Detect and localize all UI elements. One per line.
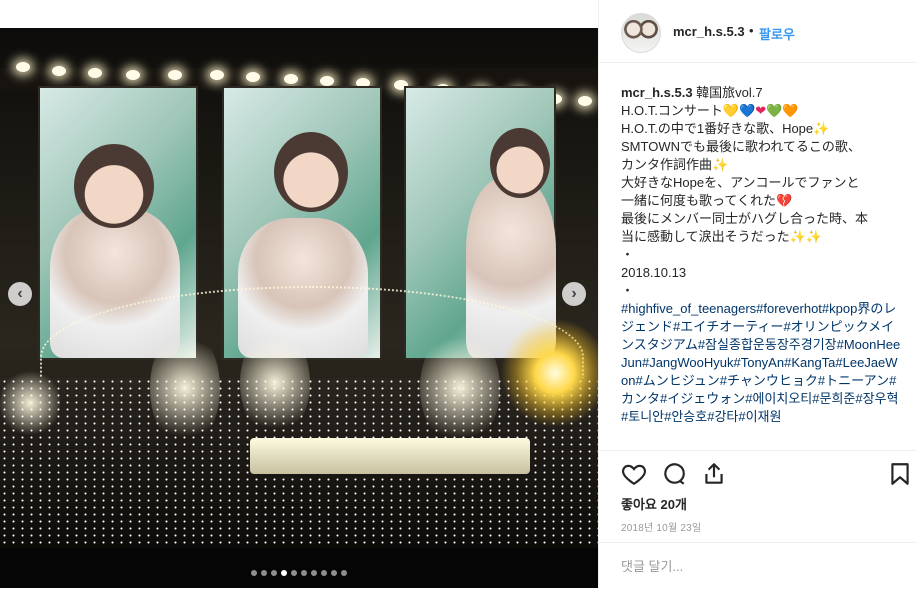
caption-line: 一緒に何度も歌ってくれた — [621, 193, 776, 208]
main-stage — [250, 438, 530, 474]
carousel-dot — [261, 570, 267, 576]
carousel-dot — [321, 570, 327, 576]
post-actions — [599, 450, 917, 495]
carousel-dot — [271, 570, 277, 576]
photo-top-margin — [0, 0, 598, 28]
sparkles-icon: ✨✨ — [789, 229, 822, 244]
post-username[interactable]: mcr_h.s.5.3 — [673, 24, 745, 39]
likes-count[interactable]: 좋아요 20개 — [621, 494, 687, 513]
carousel-dot — [341, 570, 347, 576]
broken-heart-icon: 💔 — [775, 193, 793, 208]
photo-bottom-strip — [0, 548, 598, 588]
carousel-dot — [301, 570, 307, 576]
post-side-panel: mcr_h.s.5.3 • 팔로우 mcr_h.s.5.3 韓国旅vol.7 H… — [598, 0, 917, 588]
caption-line: 当に感動して涙出そうだった — [621, 229, 790, 244]
hashtags[interactable]: #highfive_of_teenagers#foreverhot#kpop界の… — [621, 300, 901, 426]
header-separator: • — [749, 23, 754, 38]
caption-line: ・ — [621, 247, 635, 262]
caption-line: 2018.10.13 — [621, 265, 687, 280]
avatar[interactable] — [621, 13, 661, 53]
carousel-next-button[interactable]: › — [562, 282, 586, 306]
caption-line: H.O.T.コンサート — [621, 103, 723, 118]
carousel-indicator — [0, 570, 598, 580]
orange-heart-icon: 🧡 — [782, 103, 799, 118]
carousel-dot — [291, 570, 297, 576]
comment-bar — [599, 542, 917, 589]
carousel-dot — [331, 570, 337, 576]
chevron-right-icon: › — [571, 285, 577, 302]
yellow-heart-icon: 💛 — [722, 103, 740, 118]
concert-photo[interactable] — [0, 28, 598, 548]
caption-line: SMTOWNでも最後に歌われてるこの歌、 — [621, 139, 861, 154]
green-heart-icon: 💚 — [766, 103, 783, 118]
comment-input[interactable] — [621, 555, 891, 577]
caption-line: カンタ作詞作曲 — [621, 157, 713, 172]
post-header: mcr_h.s.5.3 • 팔로우 — [599, 0, 917, 63]
blue-heart-icon: 💙 — [739, 103, 756, 118]
comment-icon[interactable] — [661, 461, 687, 487]
post-photo-area: ‹ › — [0, 0, 598, 588]
carousel-dot — [281, 570, 287, 576]
caption-username[interactable]: mcr_h.s.5.3 — [621, 85, 693, 100]
like-heart-icon[interactable] — [621, 461, 647, 487]
post-caption: mcr_h.s.5.3 韓国旅vol.7 H.O.T.コンサート💛💙❤💚🧡 H.… — [621, 84, 901, 450]
bookmark-icon[interactable] — [887, 461, 913, 487]
chevron-left-icon: ‹ — [17, 285, 23, 302]
carousel-dot — [251, 570, 257, 576]
caption-line: 韓国旅vol.7 — [696, 85, 763, 100]
share-icon[interactable] — [701, 461, 727, 487]
sparkles-icon: ✨ — [712, 157, 729, 172]
post-date: 2018년 10월 23일 — [621, 523, 702, 534]
carousel-prev-button[interactable]: ‹ — [8, 282, 32, 306]
caption-line: ・ — [621, 283, 635, 298]
caption-line: 最後にメンバー同士がハグし合った時、本 — [621, 211, 869, 226]
carousel-dot — [311, 570, 317, 576]
red-heart-icon: ❤ — [755, 103, 767, 118]
caption-line: 大好きなHopeを、アンコールでファンと — [621, 175, 860, 190]
hearts-emoji-row: 💛💙❤💚🧡 — [723, 103, 799, 118]
caption-line: H.O.T.の中で1番好きな歌、Hope — [621, 121, 814, 136]
sparkles-icon: ✨ — [813, 121, 830, 136]
follow-button[interactable]: 팔로우 — [759, 24, 795, 43]
